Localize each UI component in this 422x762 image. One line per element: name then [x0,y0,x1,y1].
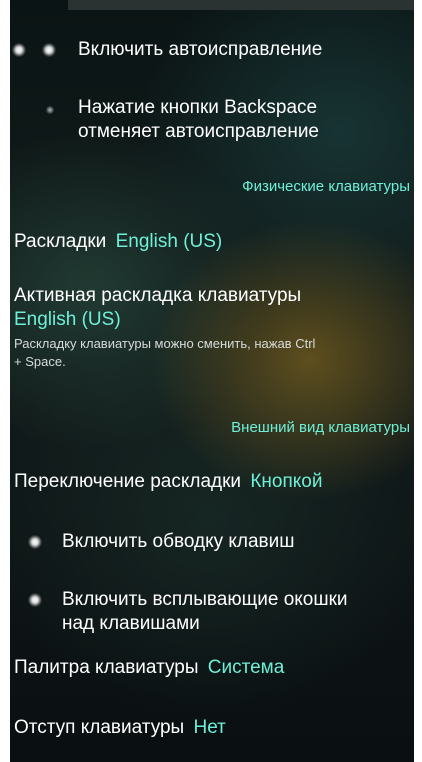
palette-row[interactable]: Палитра клавиатуры Система [10,652,414,688]
palette-setting: Палитра клавиатуры Система [14,656,284,680]
backspace-label-line2: отменяет автоисправление [78,121,319,142]
layouts-setting: Раскладки English (US) [14,230,222,254]
backspace-undo-toggle-row[interactable]: Нажатие кнопки Backspace отменяет автоис… [10,94,414,150]
toggle-switch-on[interactable] [28,535,42,549]
autocorrect-label: Включить автоисправление [78,39,323,60]
palette-value: Система [207,657,285,678]
toggle-track-glow [12,43,26,57]
popup-label-line2: над клавишами [62,613,200,634]
toggle-switch-off[interactable] [46,106,54,114]
palette-label: Палитра клавиатуры [14,657,199,678]
toggle-switch-on[interactable] [42,43,56,57]
toggle-switch-on[interactable] [28,593,42,607]
layout-switch-setting: Переключение раскладки Кнопкой [14,470,322,494]
section-title-appearance: Внешний вид клавиатуры [231,419,410,436]
top-edge-bar [68,0,414,10]
autocorrect-toggle-row[interactable]: Включить автоисправление [10,30,414,70]
padding-setting: Отступ клавиатуры Нет [14,716,226,740]
key-border-label: Включить обводку клавиш [62,531,295,552]
layout-switch-label: Переключение раскладки [14,471,242,492]
popup-label-line1: Включить всплывающие окошки [62,589,348,610]
active-layout-value: English (US) [14,309,121,330]
backspace-label-line1: Нажатие кнопки Backspace [78,97,318,118]
key-border-toggle-row[interactable]: Включить обводку клавиш [10,522,414,562]
layouts-value: English (US) [115,231,223,252]
active-layout-hint-line2: + Space. [14,354,66,369]
section-title-physical: Физические клавиатуры [242,178,410,195]
settings-screen: Включить автоисправление Нажатие кнопки … [10,0,414,762]
padding-value: Нет [193,717,226,738]
layout-switch-row[interactable]: Переключение раскладки Кнопкой [10,462,414,498]
layout-switch-value: Кнопкой [250,471,323,492]
active-layout-label: Активная раскладка клавиатуры [14,285,302,306]
active-layout-hint-line1: Раскладку клавиатуры можно сменить, нажа… [14,336,316,351]
active-layout-row[interactable]: Активная раскладка клавиатуры English (U… [10,280,414,380]
padding-row[interactable]: Отступ клавиатуры Нет [10,712,414,748]
layouts-label: Раскладки [14,231,107,252]
layouts-row[interactable]: Раскладки English (US) [10,222,414,258]
padding-label: Отступ клавиатуры [14,717,185,738]
key-popup-toggle-row[interactable]: Включить всплывающие окошки над клавишам… [10,584,414,640]
